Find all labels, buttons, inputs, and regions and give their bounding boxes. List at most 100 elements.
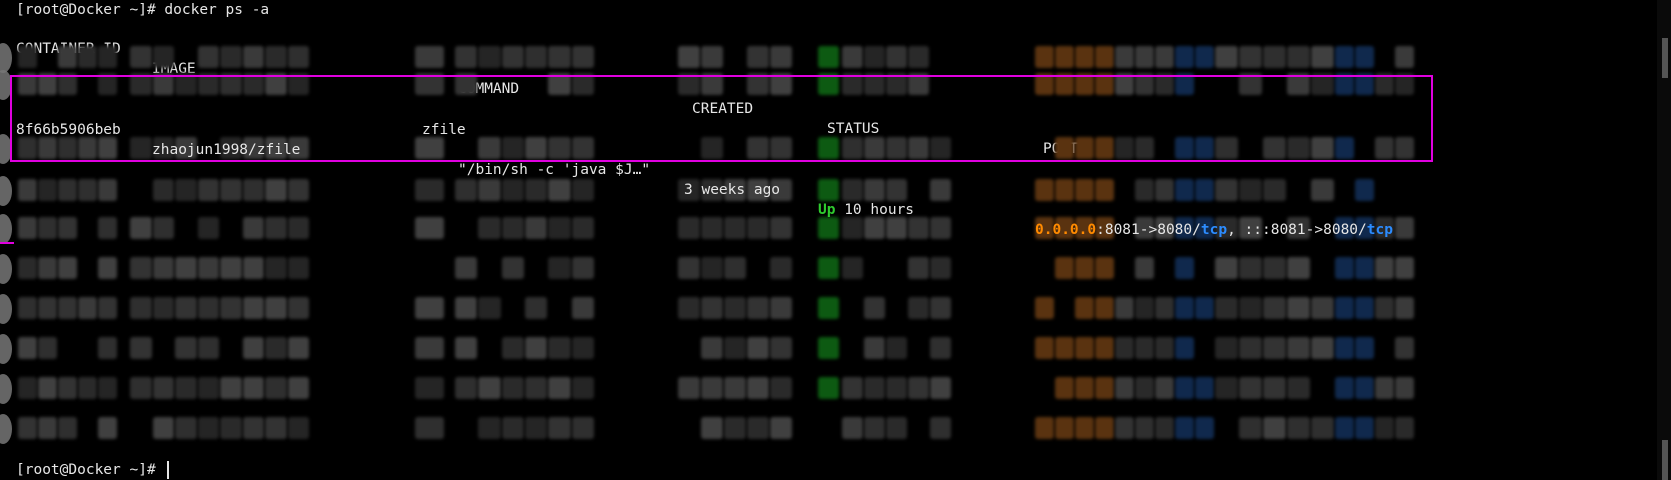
redacted-block [864, 217, 885, 239]
redacted-block [130, 337, 152, 359]
redacted-block [220, 179, 242, 201]
redacted-block [455, 337, 478, 359]
redacted-block [415, 217, 444, 239]
redacted-block [197, 217, 219, 239]
redacted-block [678, 297, 700, 319]
redacted-block [525, 46, 548, 68]
redacted-block [130, 377, 152, 399]
annotation-tick [0, 242, 14, 244]
redacted-block [287, 337, 309, 359]
redacted-block [152, 257, 174, 279]
redacted-block [175, 377, 197, 399]
redacted-block [265, 217, 287, 239]
redacted-block [197, 337, 219, 359]
redacted-block [1055, 417, 1074, 439]
redacted-block [1135, 337, 1154, 359]
redacted-block [78, 46, 97, 68]
redacted-block [265, 417, 287, 439]
redacted-block [197, 179, 219, 201]
redacted-block [930, 337, 951, 359]
redacted-block [1395, 377, 1414, 399]
redacted-block [501, 46, 524, 68]
row-marker-icon [0, 294, 12, 324]
final-prompt[interactable]: [root@Docker ~]# [16, 460, 170, 480]
redacted-row [0, 374, 1671, 404]
redacted-block [1035, 297, 1054, 319]
redacted-block [38, 217, 57, 239]
redacted-block [38, 337, 57, 359]
redacted-block [501, 257, 524, 279]
redacted-block [265, 377, 287, 399]
redacted-block [242, 217, 264, 239]
redacted-block [678, 46, 700, 68]
redacted-block [1195, 417, 1214, 439]
redacted-block [525, 217, 548, 239]
redacted-block [1311, 179, 1334, 201]
redacted-block [548, 46, 571, 68]
redacted-block [548, 257, 571, 279]
row-marker-icon [0, 43, 12, 73]
redacted-block [818, 377, 839, 399]
redacted-block [724, 417, 746, 439]
redacted-block [864, 46, 885, 68]
redacted-block [1375, 257, 1394, 279]
redacted-block [1287, 297, 1310, 319]
redacted-block [930, 217, 951, 239]
redacted-block [1215, 337, 1238, 359]
redacted-block [1135, 46, 1154, 68]
status-duration: 10 hours [835, 202, 915, 218]
redacted-block [1287, 46, 1310, 68]
redacted-block [747, 377, 769, 399]
redacted-block [130, 46, 152, 68]
redacted-block [818, 257, 839, 279]
redacted-block [1055, 179, 1074, 201]
redacted-block [415, 179, 444, 201]
redacted-block [1075, 257, 1094, 279]
redacted-block [1195, 377, 1214, 399]
redacted-block [1355, 377, 1374, 399]
redacted-block [1195, 297, 1214, 319]
redacted-row [0, 43, 1671, 73]
redacted-block [1239, 417, 1262, 439]
redacted-block [287, 297, 309, 319]
redacted-block [1055, 377, 1074, 399]
redacted-block [197, 297, 219, 319]
redacted-block [1355, 46, 1374, 68]
redacted-block [1311, 46, 1334, 68]
redacted-block [1095, 337, 1114, 359]
redacted-block [678, 257, 700, 279]
redacted-block [242, 377, 264, 399]
redacted-block [571, 179, 594, 201]
redacted-block [1215, 46, 1238, 68]
redacted-block [1075, 417, 1094, 439]
redacted-block [18, 337, 37, 359]
redacted-block [1335, 46, 1354, 68]
redacted-block [724, 217, 746, 239]
scrollbar-thumb-top[interactable] [1662, 38, 1668, 78]
redacted-block [747, 417, 769, 439]
redacted-block [1311, 417, 1334, 439]
redacted-block [501, 337, 524, 359]
redacted-block [175, 179, 197, 201]
redacted-row [0, 334, 1671, 364]
redacted-block [770, 297, 792, 319]
redacted-block [58, 179, 77, 201]
redacted-block [98, 337, 117, 359]
vertical-scrollbar[interactable] [1657, 0, 1671, 480]
redacted-block [842, 179, 863, 201]
redacted-block [1035, 46, 1054, 68]
redacted-block [152, 46, 174, 68]
redacted-block [724, 377, 746, 399]
redacted-block [1395, 46, 1414, 68]
redacted-block [98, 217, 117, 239]
redacted-block [1287, 377, 1310, 399]
redacted-block [908, 297, 929, 319]
redacted-block [265, 179, 287, 201]
redacted-block [525, 337, 548, 359]
redacted-block [1075, 46, 1094, 68]
redacted-block [152, 179, 174, 201]
redacted-block [415, 377, 444, 399]
redacted-block [265, 337, 287, 359]
scrollbar-thumb-bottom[interactable] [1662, 440, 1668, 480]
redacted-block [930, 417, 951, 439]
